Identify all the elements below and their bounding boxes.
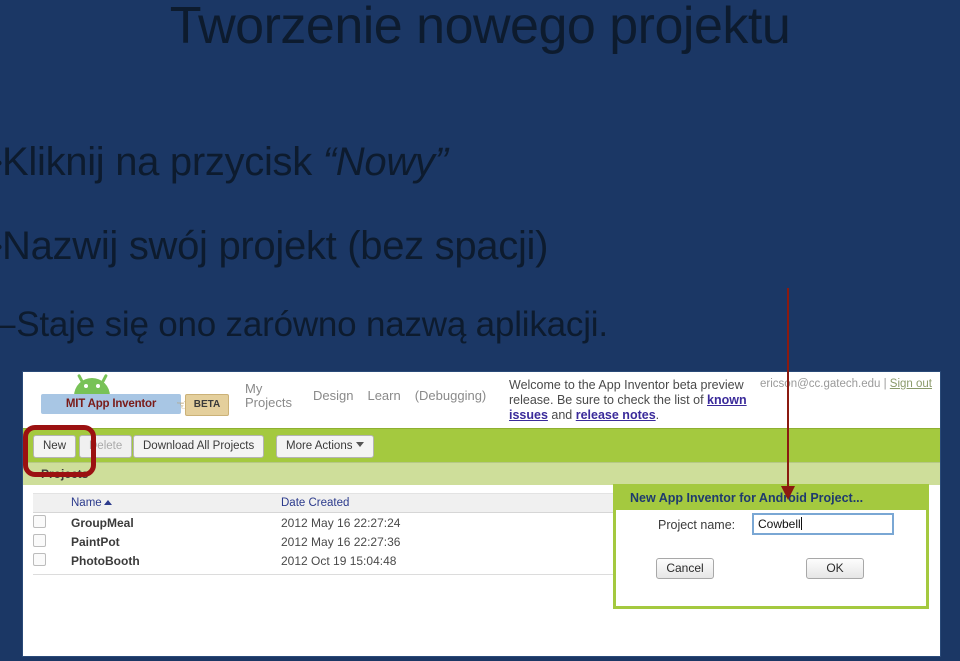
- page-title: Tworzenie nowego projektu: [169, 0, 791, 55]
- new-project-dialog: New App Inventor for Android Project... …: [613, 484, 929, 609]
- app-inventor-header: MIT App Inventor ☜ BETA My Projects Design…: [23, 372, 940, 428]
- sub-bullet-marker: –: [0, 305, 15, 345]
- project-date-cell: 2012 May 16 22:27:36: [281, 534, 401, 549]
- project-name-cell[interactable]: PhotoBooth: [67, 551, 281, 570]
- bullet-item-2: •Nazwij swój projekt (bez spacji): [0, 224, 548, 269]
- project-name-input[interactable]: Cowbell: [752, 513, 894, 535]
- project-name-label: Project name:: [658, 518, 736, 532]
- release-notes-link[interactable]: release notes: [576, 408, 656, 422]
- project-date-cell: 2012 May 16 22:27:24: [281, 515, 401, 530]
- sub-bullet-text: Staje się ono zarówno nazwą aplikacji.: [16, 305, 608, 344]
- more-actions-button[interactable]: More Actions: [276, 435, 375, 458]
- table-row[interactable]: GroupMeal 2012 May 16 22:27:24: [33, 513, 633, 533]
- account-email: ericson@cc.gatech.edu: [760, 378, 881, 390]
- text-cursor: [800, 517, 802, 530]
- column-header-checkbox: [33, 493, 67, 513]
- bullet-item-1: •Kliknij na przycisk “Nowy”: [0, 140, 448, 185]
- table-bottom-divider: [33, 574, 633, 575]
- project-date-cell: 2012 Oct 19 15:04:48: [281, 553, 397, 568]
- bullet-item-1-text: Kliknij na przycisk: [2, 140, 323, 184]
- nav-item-my-projects[interactable]: My Projects: [245, 382, 299, 410]
- project-name-cell[interactable]: GroupMeal: [67, 513, 281, 533]
- sort-ascending-icon: [103, 500, 112, 505]
- column-header-name[interactable]: Name: [67, 493, 281, 513]
- nav-my-projects-line1: My: [245, 381, 263, 396]
- android-robot-icon: [70, 373, 114, 396]
- more-actions-label: More Actions: [286, 440, 353, 452]
- projects-section-header: Projects: [23, 462, 940, 485]
- row-checkbox-cell[interactable]: [33, 513, 67, 533]
- download-all-projects-button[interactable]: Download All Projects: [133, 435, 265, 458]
- row-checkbox-cell[interactable]: [33, 532, 67, 551]
- projects-table: Name Date Created GroupMeal 2012 May 16 …: [33, 493, 633, 570]
- nav-item-learn[interactable]: Learn: [367, 382, 400, 410]
- welcome-text-part2: and: [547, 408, 576, 422]
- row-checkbox[interactable]: [33, 534, 46, 547]
- new-button-highlight-annotation: [23, 425, 96, 477]
- column-header-name-label: Name: [71, 497, 102, 509]
- welcome-message: Welcome to the App Inventor beta preview…: [509, 378, 769, 423]
- dialog-body: Project name: Cowbell Cancel OK: [616, 510, 926, 606]
- projects-toolbar: New Delete Download All Projects More Ac…: [23, 425, 940, 477]
- app-logo-label: MIT App Inventor: [41, 394, 181, 414]
- account-area: ericson@cc.gatech.edu | Sign out: [760, 378, 932, 390]
- dialog-title: New App Inventor for Android Project...: [616, 487, 926, 510]
- project-name-cell[interactable]: PaintPot: [67, 532, 281, 551]
- pointer-arrow-line: [787, 288, 789, 490]
- bullet-item-2-text: Nazwij swój projekt (bez spacji): [2, 224, 549, 268]
- header-nav: My Projects Design Learn (Debugging): [245, 382, 500, 410]
- sub-bullet-item: –Staje się ono zarówno nazwą aplikacji.: [0, 305, 608, 345]
- app-logo[interactable]: MIT App Inventor ☜ BETA: [35, 372, 235, 428]
- cancel-button[interactable]: Cancel: [656, 558, 714, 579]
- nav-item-debugging[interactable]: (Debugging): [415, 382, 487, 410]
- row-checkbox[interactable]: [33, 553, 46, 566]
- sign-out-link[interactable]: Sign out: [890, 378, 932, 390]
- bullet-item-1-emphasis: “Nowy”: [322, 140, 448, 184]
- table-header-row: Name Date Created: [33, 493, 633, 513]
- table-row[interactable]: PhotoBooth 2012 Oct 19 15:04:48: [33, 551, 633, 570]
- row-checkbox[interactable]: [33, 515, 46, 528]
- row-checkbox-cell[interactable]: [33, 551, 67, 570]
- ok-button[interactable]: OK: [806, 558, 864, 579]
- embedded-screenshot: MIT App Inventor ☜ BETA My Projects Design…: [22, 371, 941, 657]
- nav-item-design[interactable]: Design: [313, 382, 353, 410]
- table-row[interactable]: PaintPot 2012 May 16 22:27:36: [33, 532, 633, 551]
- chevron-down-icon: [356, 442, 365, 447]
- account-separator: |: [883, 378, 887, 390]
- pointer-arrow-head-icon: [781, 486, 795, 500]
- column-header-date-created[interactable]: Date Created: [281, 493, 633, 513]
- nav-my-projects-line2: Projects: [245, 395, 292, 410]
- beta-badge: BETA: [185, 394, 229, 416]
- welcome-text-part3: .: [655, 408, 660, 422]
- project-name-input-value: Cowbell: [758, 517, 801, 531]
